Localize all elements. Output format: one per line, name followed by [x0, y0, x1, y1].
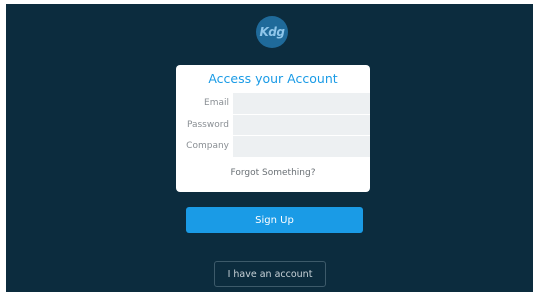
- password-label: Password: [176, 114, 233, 135]
- email-field[interactable]: [233, 93, 370, 114]
- password-field[interactable]: [233, 114, 370, 135]
- brand-logo: Kdg: [256, 16, 288, 48]
- login-screen: Kdg Access your Account Email Password C…: [6, 4, 533, 292]
- forgot-something-link[interactable]: Forgot Something?: [176, 157, 370, 190]
- email-label: Email: [176, 93, 233, 114]
- email-row: Email: [176, 92, 370, 114]
- password-row: Password: [176, 113, 370, 135]
- login-card: Access your Account Email Password Compa…: [176, 65, 370, 192]
- have-account-button[interactable]: I have an account: [214, 261, 326, 287]
- sign-up-button[interactable]: Sign Up: [186, 207, 363, 233]
- company-field[interactable]: [233, 136, 370, 157]
- card-title: Access your Account: [208, 71, 338, 86]
- company-row: Company: [176, 135, 370, 157]
- logo-text: Kdg: [259, 25, 285, 39]
- company-label: Company: [176, 136, 233, 157]
